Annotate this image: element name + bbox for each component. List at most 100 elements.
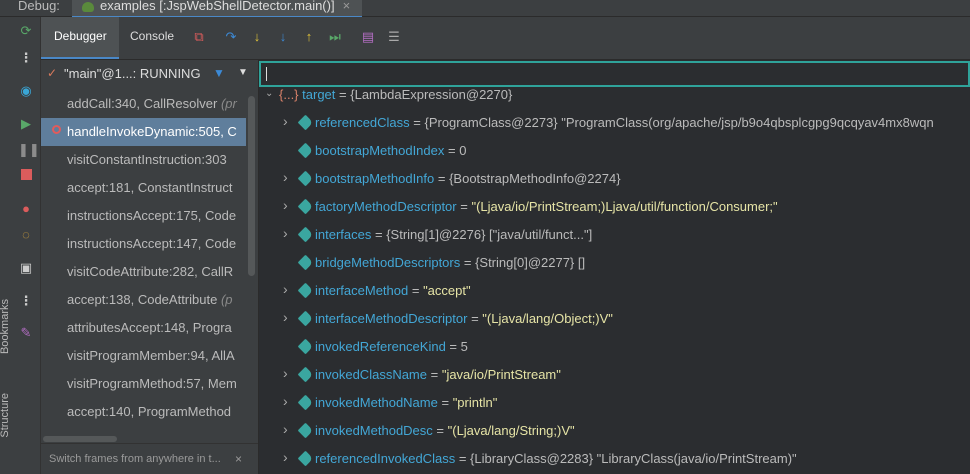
- variable-name: bootstrapMethodInfo: [315, 171, 435, 186]
- more-icon[interactable]: ⋮: [18, 50, 34, 66]
- frame-method: visitProgramMember:94, AllA: [67, 348, 235, 363]
- frames-vertical-scrollbar[interactable]: [248, 96, 255, 276]
- variable-value: "java/io/PrintStream": [441, 367, 561, 382]
- stack-frame-row[interactable]: accept:138, CodeAttribute (p: [41, 286, 246, 314]
- rerun-icon[interactable]: ⟳: [18, 23, 34, 39]
- stack-frame-label: accept:138, CodeAttribute (p: [67, 292, 233, 307]
- frame-package: (pr: [220, 96, 237, 111]
- chevron-right-icon[interactable]: ›: [283, 309, 288, 325]
- variable-row[interactable]: › referencedInvokedClass = {LibraryClass@…: [259, 445, 970, 473]
- stack-frame-row[interactable]: visitCodeAttribute:282, CallR: [41, 258, 246, 286]
- chevron-down-icon[interactable]: ⌄: [265, 88, 273, 99]
- close-icon[interactable]: ×: [343, 0, 351, 13]
- structure-tool-tab[interactable]: Structure: [0, 393, 11, 438]
- variable-row[interactable]: bootstrapMethodIndex = 0: [259, 137, 970, 165]
- frame-method: accept:140, ProgramMethod: [67, 404, 232, 419]
- stack-frame-row[interactable]: accept:140, ProgramMethod: [41, 398, 246, 426]
- thread-selector[interactable]: ✓ "main"@1...: RUNNING ▼ ▼: [41, 63, 258, 85]
- frame-method: accept:138, CodeAttribute: [67, 292, 218, 307]
- equals-sign: =: [437, 395, 453, 410]
- pin-icon[interactable]: ✎: [18, 325, 34, 341]
- step-over-icon[interactable]: ↷: [223, 29, 239, 45]
- run-to-cursor-icon[interactable]: ⏭: [327, 29, 343, 45]
- stack-frame-label: instructionsAccept:147, Code: [67, 236, 236, 251]
- frame-method: addCall:340, CallResolver: [67, 96, 218, 111]
- frame-method: visitProgramMethod:57, Mem: [67, 376, 237, 391]
- variable-row[interactable]: › factoryMethodDescriptor = "(Ljava/io/Pr…: [259, 193, 970, 221]
- chevron-right-icon[interactable]: ›: [283, 393, 288, 409]
- close-icon[interactable]: ×: [235, 452, 242, 466]
- filter-icon[interactable]: ▼: [213, 66, 225, 80]
- watch-icon[interactable]: ◉: [18, 83, 34, 99]
- stack-frame-row[interactable]: accept:181, ConstantInstruct: [41, 174, 246, 202]
- variable-value: "println": [452, 395, 498, 410]
- stop-icon[interactable]: [18, 168, 34, 184]
- more-icon[interactable]: ⋮: [18, 293, 34, 309]
- stack-frame-label: accept:181, ConstantInstruct: [67, 180, 232, 195]
- list-icon[interactable]: ☰: [386, 29, 402, 45]
- step-out-icon[interactable]: ↑: [301, 29, 317, 45]
- variable-row[interactable]: › interfaceMethod = "accept": [259, 277, 970, 305]
- chevron-right-icon[interactable]: ›: [283, 421, 288, 437]
- camera-icon[interactable]: ▣: [18, 260, 34, 276]
- stack-frame-row[interactable]: addCall:340, CallResolver (pr: [41, 90, 246, 118]
- breakpoints-icon[interactable]: ●: [18, 201, 34, 217]
- variable-row[interactable]: › bootstrapMethodInfo = {BootstrapMethodI…: [259, 165, 970, 193]
- stack-frame-row[interactable]: instructionsAccept:147, Code: [41, 230, 246, 258]
- run-config-tab[interactable]: examples [:JspWebShellDetector.main()] ×: [72, 0, 363, 18]
- variable-row[interactable]: › interfaceMethodDescriptor = "(Ljava/lan…: [259, 305, 970, 333]
- variable-row[interactable]: › invokedClassName = "java/io/PrintStream…: [259, 361, 970, 389]
- variable-row[interactable]: › invokedMethodDesc = "(Ljava/lang/String…: [259, 417, 970, 445]
- equals-sign: =: [432, 423, 448, 438]
- resume-icon[interactable]: ▶: [18, 116, 34, 132]
- variable-row[interactable]: invokedReferenceKind = 5: [259, 333, 970, 361]
- equals-sign: =: [445, 339, 461, 354]
- chevron-right-icon[interactable]: ›: [283, 281, 288, 297]
- variable-value: "(Ljava/io/PrintStream;)Ljava/util/funct…: [471, 199, 778, 214]
- variable-value: {String[0]@2277} []: [475, 255, 586, 270]
- bookmarks-tool-tab[interactable]: Bookmarks: [0, 299, 11, 354]
- stack-frame-row[interactable]: attributesAccept:148, Progra: [41, 314, 246, 342]
- variable-name: bootstrapMethodIndex: [315, 143, 445, 158]
- chevron-right-icon[interactable]: ›: [283, 197, 288, 213]
- variable-name: factoryMethodDescriptor: [315, 199, 457, 214]
- debugger-toolbar: Debugger Console ⧉ ↷ ↓ ↓ ↑ ⏭ ▤ ☰: [41, 17, 970, 60]
- chevron-right-icon[interactable]: ›: [283, 169, 288, 185]
- field-icon: [297, 338, 314, 355]
- frame-method: accept:181, ConstantInstruct: [67, 180, 233, 195]
- variable-value: "accept": [423, 283, 471, 298]
- force-step-into-icon[interactable]: ↓: [275, 29, 291, 45]
- variables-panel: ⌄ {...} target = {LambdaExpression@2270}…: [259, 60, 970, 474]
- frame-method: handleInvokeDynamic:505, C: [67, 124, 237, 139]
- tab-debugger[interactable]: Debugger: [54, 29, 107, 43]
- stack-frame-row[interactable]: visitProgramMember:94, AllA: [41, 342, 246, 370]
- restore-layout-icon[interactable]: ⧉: [191, 29, 207, 45]
- chevron-right-icon[interactable]: ›: [283, 225, 288, 241]
- debug-title: Debug:: [18, 0, 60, 13]
- tab-console[interactable]: Console: [130, 29, 174, 43]
- mute-breakpoints-icon[interactable]: ◌: [18, 227, 34, 243]
- stack-frame-row[interactable]: handleInvokeDynamic:505, C: [41, 118, 246, 146]
- stack-frame-row[interactable]: visitProgramMethod:57, Mem: [41, 370, 246, 398]
- chevron-down-icon[interactable]: ▼: [238, 67, 248, 78]
- evaluate-expression-icon[interactable]: ▤: [360, 29, 376, 45]
- step-into-icon[interactable]: ↓: [249, 29, 265, 45]
- variable-row[interactable]: bridgeMethodDescriptors = {String[0]@227…: [259, 249, 970, 277]
- stack-frame-label: visitCodeAttribute:282, CallR: [67, 264, 233, 279]
- stack-frame-row[interactable]: instructionsAccept:175, Code: [41, 202, 246, 230]
- variable-row[interactable]: › invokedMethodName = "println": [259, 389, 970, 417]
- frame-method: instructionsAccept:147, Code: [67, 236, 237, 251]
- equals-sign: =: [427, 367, 442, 382]
- stack-frame-row[interactable]: visitConstantInstruction:303: [41, 146, 246, 174]
- variable-value: {LambdaExpression@2270}: [350, 87, 513, 102]
- frames-horizontal-scrollbar[interactable]: [43, 436, 117, 442]
- pause-icon[interactable]: ❚❚: [18, 142, 40, 158]
- equals-sign: =: [371, 227, 387, 242]
- variable-row-root[interactable]: ⌄ {...} target = {LambdaExpression@2270}: [259, 81, 970, 109]
- variable-row[interactable]: › interfaces = {String[1]@2276} ["java/ut…: [259, 221, 970, 249]
- text-caret: [266, 67, 267, 81]
- chevron-right-icon[interactable]: ›: [283, 365, 288, 381]
- variable-row[interactable]: › referencedClass = {ProgramClass@2273} "…: [259, 109, 970, 137]
- chevron-right-icon[interactable]: ›: [283, 449, 288, 465]
- chevron-right-icon[interactable]: ›: [283, 113, 288, 129]
